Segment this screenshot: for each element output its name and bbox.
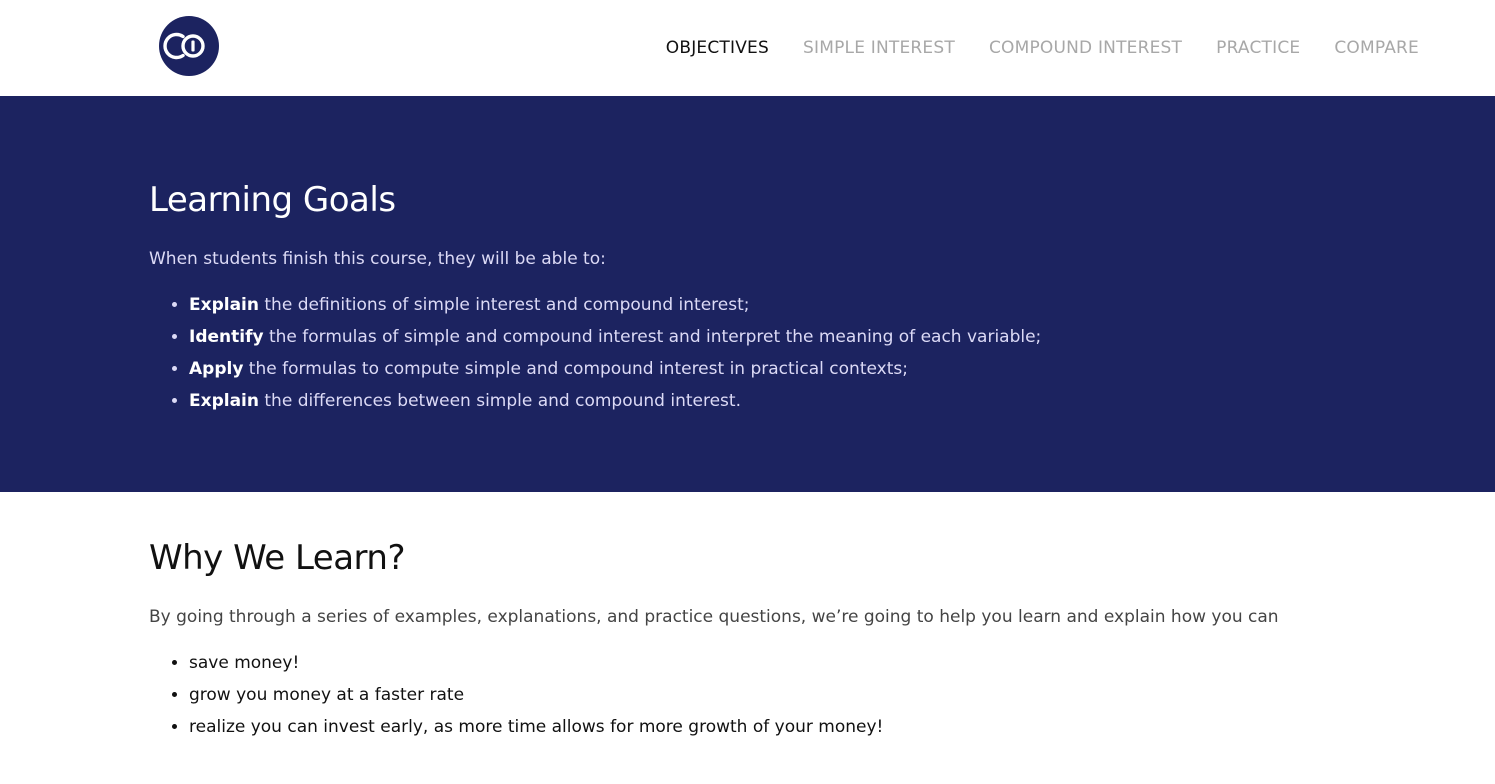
goal-verb: Apply	[189, 359, 244, 380]
nav-practice[interactable]: PRACTICE	[1216, 38, 1300, 58]
why-we-learn-section: Why We Learn? By going through a series …	[0, 492, 1495, 743]
goal-text: the definitions of simple interest and c…	[258, 295, 750, 316]
reason-item: grow you money at a faster rate	[189, 679, 1495, 711]
why-we-learn-title: Why We Learn?	[149, 538, 406, 578]
coin-logo-icon[interactable]	[159, 16, 219, 76]
goal-text: the formulas to compute simple and compo…	[243, 359, 908, 380]
learning-goals-list: Explain the definitions of simple intere…	[149, 289, 1495, 417]
reason-item: realize you can invest early, as more ti…	[189, 711, 1495, 743]
goal-text: the formulas of simple and compound inte…	[263, 327, 1042, 348]
goal-item: Identify the formulas of simple and comp…	[189, 321, 1495, 353]
goal-item: Explain the definitions of simple intere…	[189, 289, 1495, 321]
reasons-list: save money! grow you money at a faster r…	[149, 647, 1495, 743]
goal-item: Explain the differences between simple a…	[189, 385, 1495, 417]
nav-compare[interactable]: COMPARE	[1334, 38, 1419, 58]
goal-item: Apply the formulas to compute simple and…	[189, 353, 1495, 385]
goal-verb: Identify	[189, 327, 264, 348]
goal-verb: Explain	[189, 295, 259, 316]
navbar: OBJECTIVES SIMPLE INTEREST COMPOUND INTE…	[0, 0, 1495, 96]
why-we-learn-intro: By going through a series of examples, e…	[149, 607, 1279, 628]
goal-verb: Explain	[189, 391, 259, 412]
goal-text: the differences between simple and compo…	[258, 391, 741, 412]
learning-goals-intro: When students finish this course, they w…	[149, 249, 606, 270]
learning-goals-title: Learning Goals	[149, 180, 396, 220]
nav-compound-interest[interactable]: COMPOUND INTEREST	[989, 38, 1182, 58]
reason-item: save money!	[189, 647, 1495, 679]
nav-simple-interest[interactable]: SIMPLE INTEREST	[803, 38, 955, 58]
nav-objectives[interactable]: OBJECTIVES	[666, 38, 769, 58]
learning-goals-section: Learning Goals When students finish this…	[0, 96, 1495, 492]
main-nav: OBJECTIVES SIMPLE INTEREST COMPOUND INTE…	[666, 38, 1419, 58]
